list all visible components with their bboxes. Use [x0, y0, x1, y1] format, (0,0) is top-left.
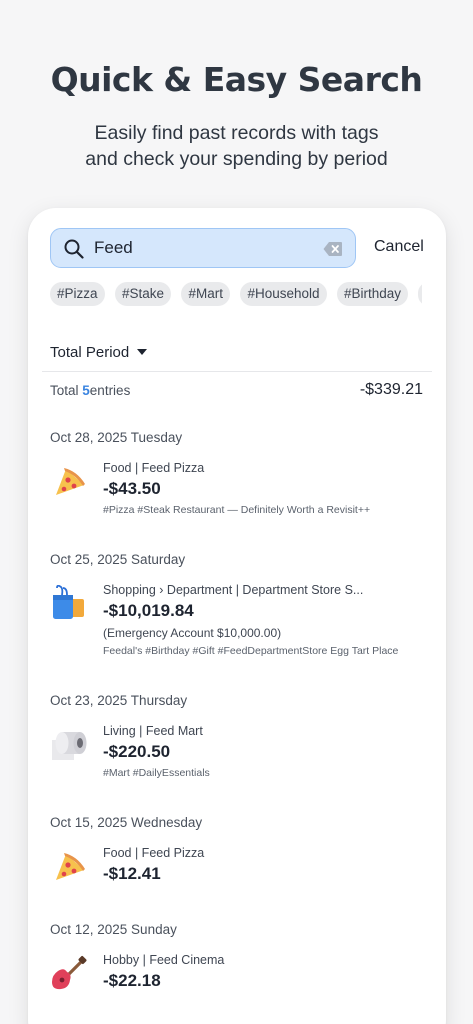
toilet-paper-icon	[52, 732, 87, 760]
transaction-amount: -$220.50	[103, 742, 171, 761]
search-icon	[64, 239, 84, 259]
transaction-item[interactable]: Hobby | Feed Cinema -$22.18	[50, 953, 423, 991]
transaction-amount: -$10,019.84	[103, 601, 194, 620]
day-group: Oct 15, 2025 Wednesday Food | Feed Pizza…	[50, 815, 423, 884]
shopping-bag-icon	[53, 585, 84, 619]
day-group: Oct 23, 2025 Thursday Living | Feed Mart…	[50, 693, 423, 779]
day-date: Oct 23, 2025 Thursday	[50, 693, 188, 708]
period-selector[interactable]: Total Period	[50, 340, 148, 364]
day-group: Oct 28, 2025 Tuesday Food | Feed Pizza -…	[50, 430, 423, 516]
summary-amount: -$339.21	[359, 381, 423, 398]
transaction-category: Shopping › Department | Department Store…	[103, 583, 364, 597]
transaction-tags: #Pizza #Steak Restaurant — Definitely Wo…	[103, 504, 371, 516]
cancel-button[interactable]: Cancel	[374, 238, 424, 256]
phone-screen-card: Feed Cancel #Pizza #Stake #Mart #Househo…	[28, 208, 446, 1024]
day-date: Oct 15, 2025 Wednesday	[50, 815, 203, 830]
pizza-icon	[56, 853, 85, 880]
transaction-item[interactable]: Living | Feed Mart -$220.50 #Mart #Daily…	[50, 724, 423, 779]
day-date: Oct 12, 2025 Sunday	[50, 922, 177, 937]
transaction-item[interactable]: Food | Feed Pizza -$43.50 #Pizza #Steak …	[50, 461, 423, 516]
tag-chip[interactable]: #Stake	[114, 282, 172, 306]
hero-subtitle-line-2: and check your spending by period	[85, 148, 388, 170]
tag-chip[interactable]: #Birthday	[336, 282, 408, 306]
search-bar-row: Feed Cancel	[50, 228, 446, 268]
clear-icon[interactable]	[323, 241, 343, 257]
transaction-amount: -$12.41	[103, 864, 161, 883]
hero-title: Quick & Easy Search	[50, 60, 423, 99]
period-label: Total Period	[50, 343, 130, 361]
transaction-item[interactable]: Shopping › Department | Department Store…	[50, 583, 423, 657]
transaction-category: Living | Feed Mart	[103, 724, 203, 738]
caret-down-icon	[137, 349, 148, 355]
hero-subtitle: Easily find past records with tags and c…	[0, 120, 473, 172]
pizza-icon	[56, 468, 85, 495]
summary-suffix: entries	[89, 383, 131, 398]
transaction-account-note: (Emergency Account $10,000.00)	[103, 626, 282, 640]
transaction-amount: -$43.50	[103, 479, 161, 498]
tag-chip[interactable]: #Pizza	[50, 282, 105, 306]
transaction-tags: #Mart #DailyEssentials	[103, 767, 210, 779]
guitar-icon	[52, 956, 87, 990]
tag-chip[interactable]: #Household	[240, 282, 327, 306]
tag-chip[interactable]: #Mart	[181, 282, 230, 306]
transaction-amount: -$22.18	[103, 971, 161, 990]
summary-row: Total 5entries -$339.21	[50, 381, 423, 403]
day-date: Oct 25, 2025 Saturday	[50, 552, 186, 567]
day-group: Oct 25, 2025 Saturday Shopping › Departm…	[50, 552, 423, 657]
hero-subtitle-line-1: Easily find past records with tags	[94, 122, 379, 144]
day-date: Oct 28, 2025 Tuesday	[50, 430, 183, 445]
divider	[42, 371, 432, 372]
transaction-category: Hobby | Feed Cinema	[103, 953, 225, 967]
summary-prefix: Total	[50, 383, 83, 398]
search-input[interactable]: Feed	[50, 228, 356, 268]
tag-chips-row[interactable]: #Pizza #Stake #Mart #Household #Birthday…	[50, 282, 422, 308]
day-group: Oct 12, 2025 Sunday Hobby | Feed Cinema …	[50, 922, 423, 991]
transaction-tags: Feedal's #Birthday #Gift #FeedDepartment…	[103, 645, 399, 657]
tag-chip[interactable]: #	[418, 282, 422, 306]
transaction-category: Food | Feed Pizza	[103, 846, 205, 860]
summary-count: Total 5entries	[50, 383, 130, 398]
transaction-category: Food | Feed Pizza	[103, 461, 205, 475]
transaction-item[interactable]: Food | Feed Pizza -$12.41	[50, 846, 423, 884]
entry-count: 5	[82, 383, 90, 398]
search-query-text[interactable]: Feed	[94, 238, 133, 258]
